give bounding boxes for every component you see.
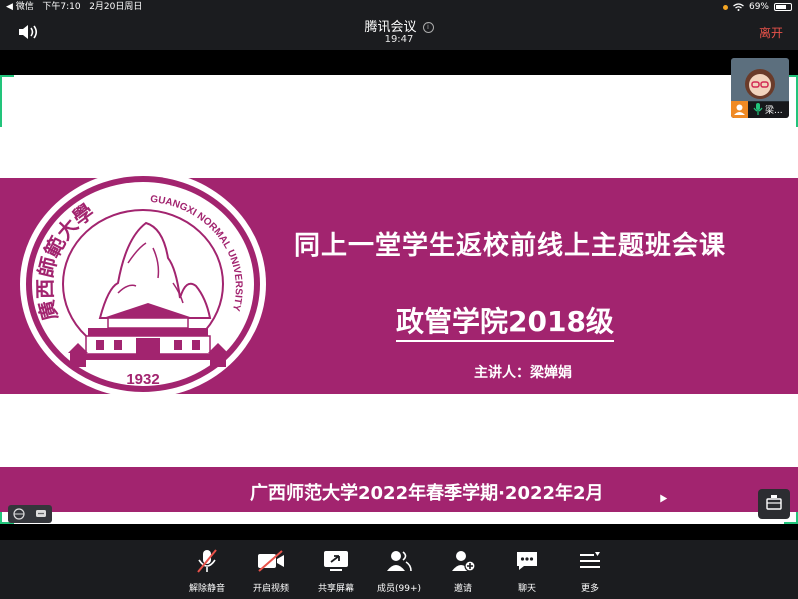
mini-controls <box>8 505 52 523</box>
seal-year: 1932 <box>126 371 159 388</box>
status-time: 下午7:10 <box>42 2 81 12</box>
wifi-icon <box>733 3 744 11</box>
camera-off-icon <box>240 548 302 574</box>
invite-icon <box>432 548 494 574</box>
chat-button[interactable]: 聊天 <box>496 548 558 594</box>
chat-icon <box>496 548 558 574</box>
share-screen-button[interactable]: 共享屏幕 <box>305 548 367 594</box>
university-seal-logo: 1932 廣西師範大學 GUANGXI NORMAL UNIVERSITY <box>18 168 268 404</box>
globe-icon[interactable] <box>13 508 25 520</box>
meeting-title: 腾讯会议 <box>364 20 417 35</box>
meeting-toolbar: 解除静音 开启视频 共享屏幕 成员(99+) 邀请 聊天 更多 <box>0 540 798 599</box>
unmute-button[interactable]: 解除静音 <box>176 548 238 594</box>
window-icon <box>766 495 782 510</box>
participant-video-tile[interactable]: 梁... <box>731 58 789 118</box>
battery-percent: 69% <box>748 2 769 12</box>
members-button[interactable]: 成员(99+) <box>368 548 430 594</box>
battery-fill <box>776 5 786 9</box>
participant-avatar <box>731 58 789 102</box>
status-right: 69% <box>722 0 792 14</box>
share-screen-label: 共享屏幕 <box>317 584 354 594</box>
battery-icon <box>774 3 792 11</box>
more-label: 更多 <box>580 584 599 594</box>
slide-subtitle: 政管学院2018级 <box>396 300 614 342</box>
shared-slide: 1932 廣西師範大學 GUANGXI NORMAL UNIVERSITY 同上… <box>0 75 798 524</box>
info-icon[interactable]: i <box>422 22 434 33</box>
share-screen-icon <box>305 548 367 574</box>
slide-title: 同上一堂学生返校前线上主题班会课 <box>294 231 727 261</box>
slide-footer: 广西师范大学2022年春季学期·2022年2月 <box>250 483 604 504</box>
members-icon <box>368 548 430 574</box>
mic-muted-icon <box>176 548 238 574</box>
status-date: 2月20日周日 <box>89 2 143 12</box>
unmute-label: 解除静音 <box>188 584 225 594</box>
invite-label: 邀请 <box>453 584 472 594</box>
invite-button[interactable]: 邀请 <box>432 548 494 594</box>
slide-host: 主讲人：梁婵娟 <box>474 365 572 381</box>
meeting-title-wrap: 腾讯会议 i <box>0 16 798 35</box>
back-to-wechat[interactable]: ◀ 微信 <box>6 2 34 12</box>
leave-button[interactable]: 离开 <box>759 24 783 41</box>
participant-name: 梁... <box>765 106 783 116</box>
more-icon <box>559 548 621 574</box>
members-label: 成员(99+) <box>376 584 422 594</box>
user-icon <box>731 101 748 118</box>
mic-active-icon <box>753 103 763 115</box>
chat-bubble-icon[interactable] <box>35 508 47 520</box>
start-video-button[interactable]: 开启视频 <box>240 548 302 594</box>
status-left: ◀ 微信 下午7:10 2月20日周日 <box>6 0 142 14</box>
status-bar: ◀ 微信 下午7:10 2月20日周日 69% <box>0 0 798 14</box>
meeting-elapsed-time: 19:47 <box>384 34 414 45</box>
recording-dot-icon <box>722 4 728 10</box>
meeting-header: 腾讯会议 i 19:47 离开 <box>0 14 798 50</box>
switch-view-button[interactable] <box>758 489 790 519</box>
more-button[interactable]: 更多 <box>559 548 621 594</box>
start-video-label: 开启视频 <box>252 584 289 594</box>
chat-label: 聊天 <box>517 584 536 594</box>
share-frame-corner-tl <box>0 75 14 127</box>
